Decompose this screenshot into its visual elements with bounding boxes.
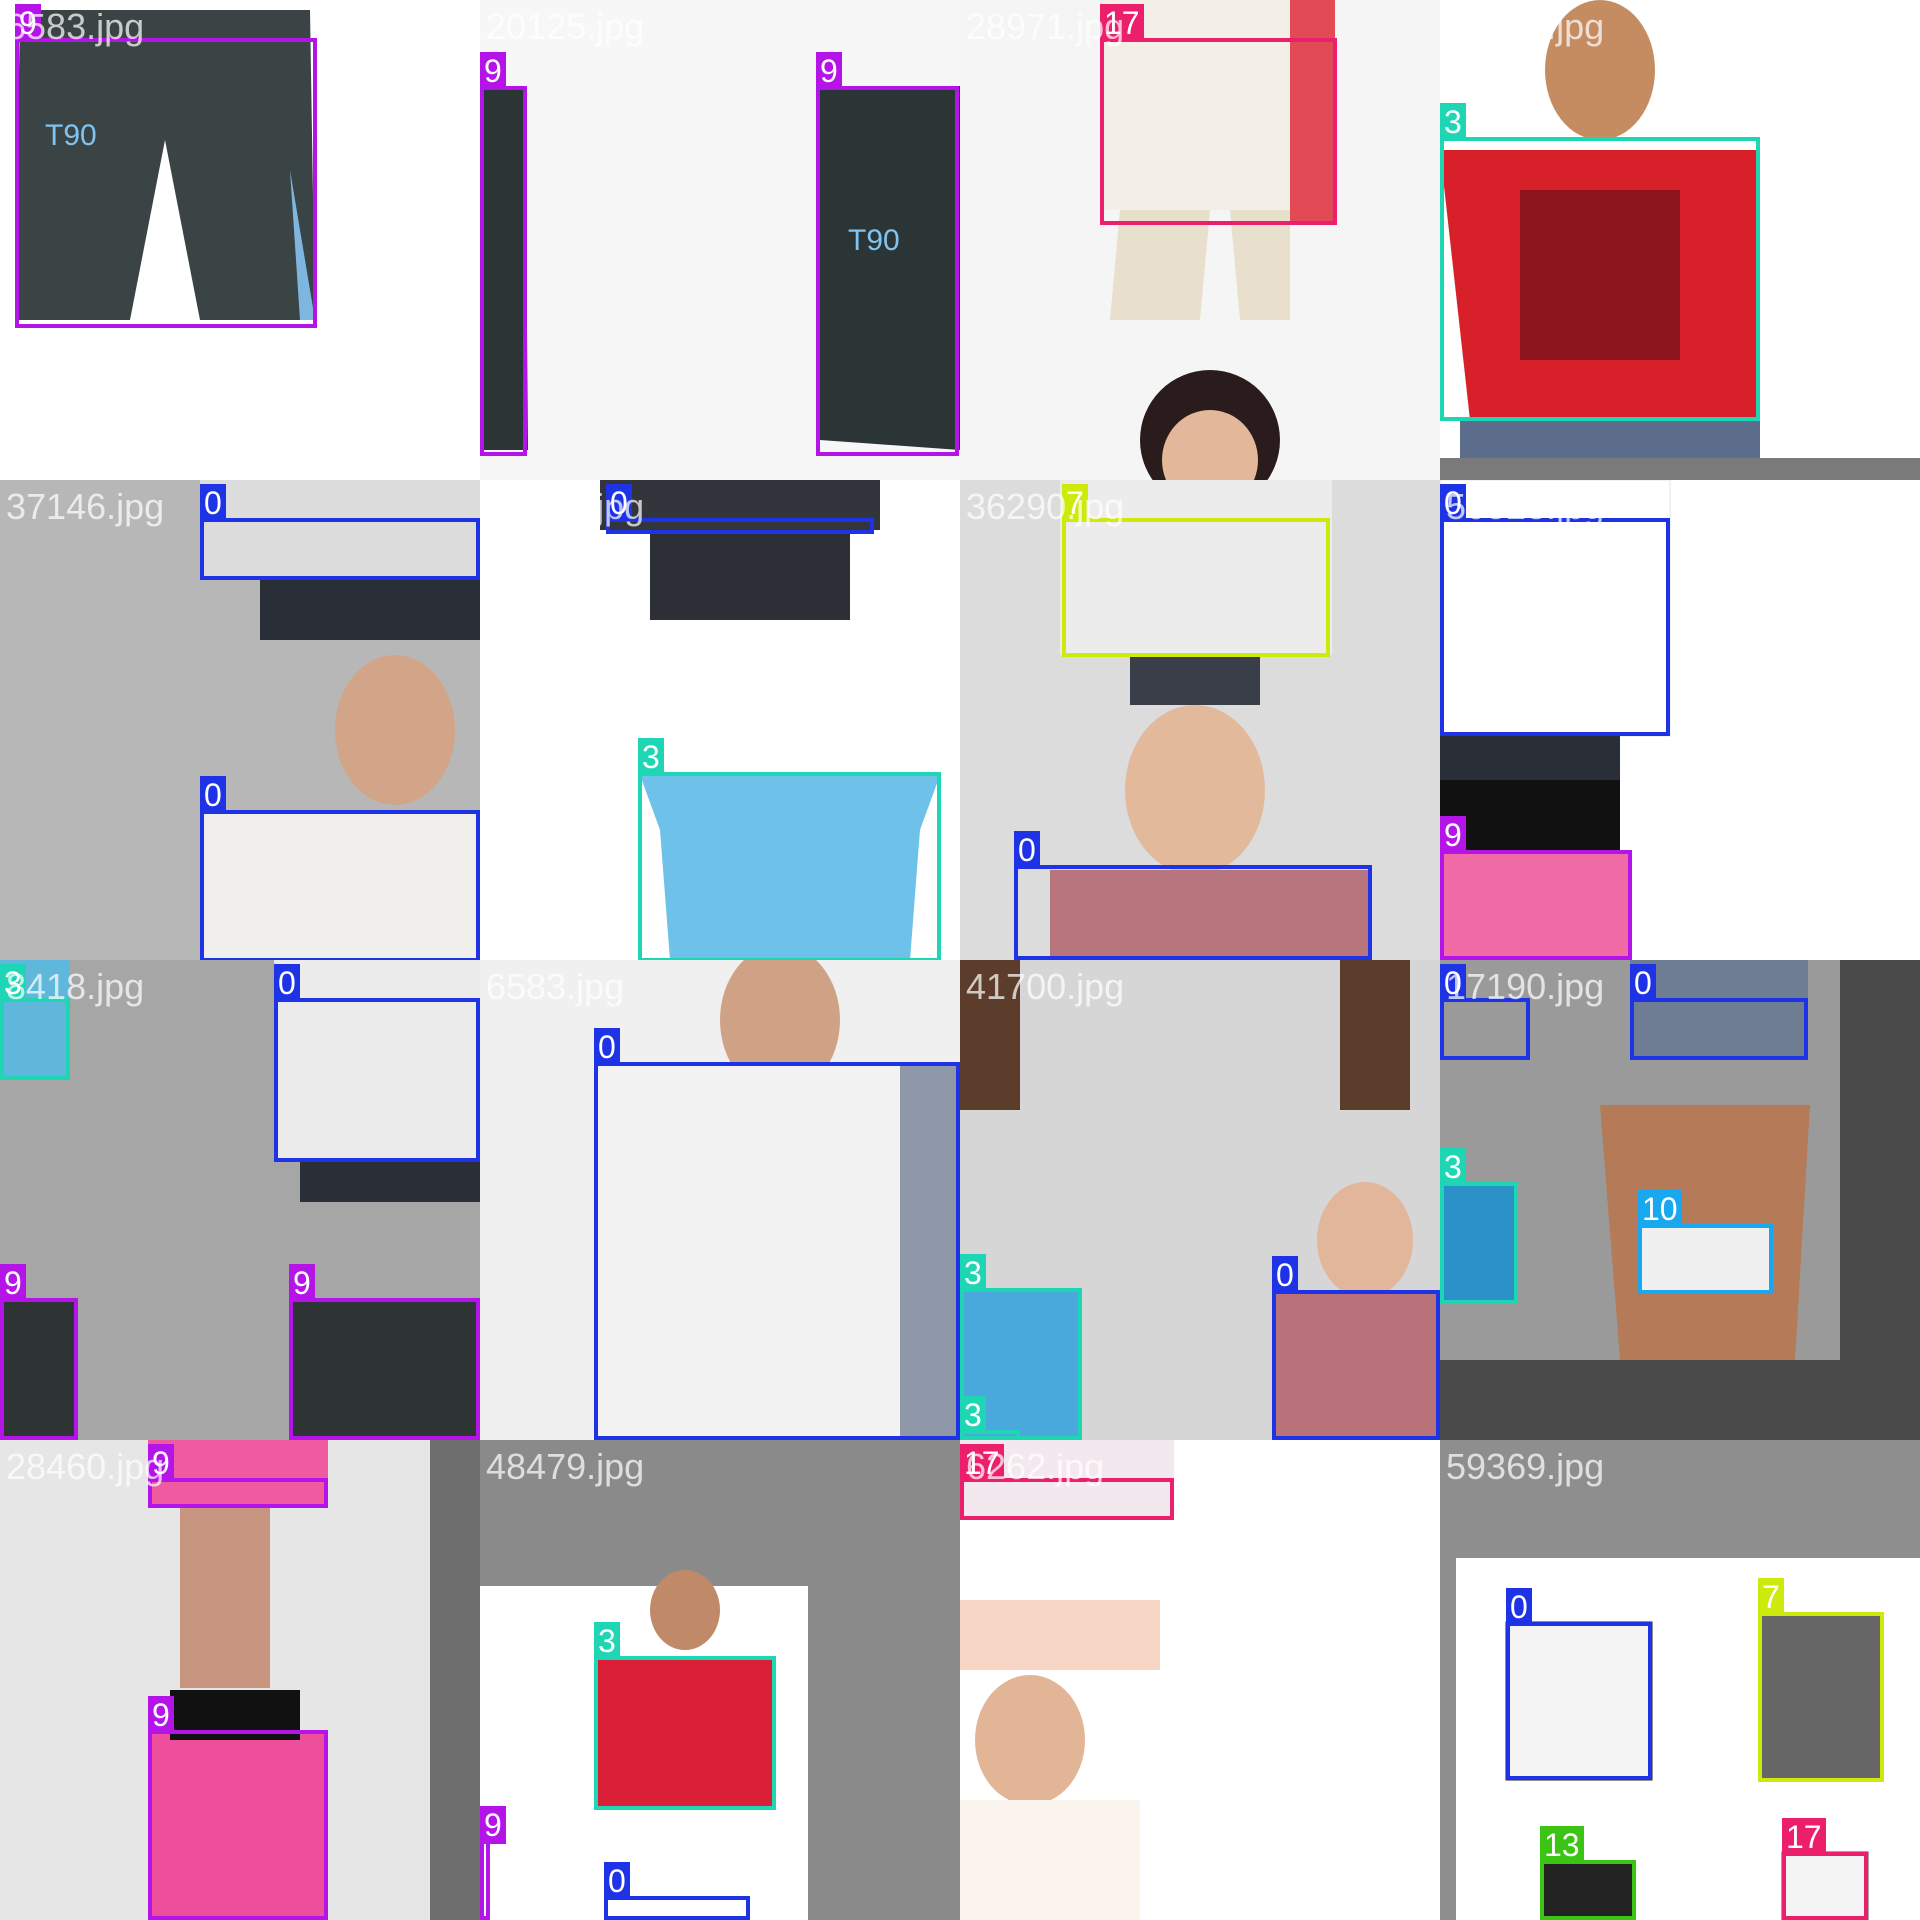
tile-filename: 37146.jpg (6, 486, 165, 527)
detection-box: 0 (1506, 1588, 1652, 1780)
class-label: 10 (1638, 1190, 1682, 1228)
class-label: 9 (480, 1806, 506, 1844)
class-label: 17 (1782, 1818, 1826, 1856)
class-label: 9 (480, 52, 506, 90)
detection-box: 17 (1782, 1818, 1868, 1920)
detection-box: 9 (0, 1264, 78, 1440)
mosaic-tile: 6583.jpg 0 (480, 960, 960, 1440)
class-label: 13 (1540, 1826, 1584, 1864)
class-label: 3 (1440, 103, 1466, 141)
class-label: 9 (1440, 816, 1466, 854)
tile-filename: 50528.jpg (1446, 486, 1605, 527)
class-label: 9 (148, 1696, 174, 1734)
class-label: 0 (200, 776, 226, 814)
detection-box: 3 (960, 1396, 1020, 1440)
detection-box: 3 (638, 738, 941, 960)
detection-box: 0 (1014, 831, 1372, 960)
detection-box: 0 (200, 776, 480, 960)
mosaic-tile: 36290.jpg 7 0 (960, 480, 1440, 960)
mosaic-tile: 41700.jpg 3 0 3 (960, 960, 1440, 1440)
tile-filename: 15976.jpg (486, 486, 645, 527)
detection-box: 9 (289, 1264, 480, 1440)
class-label: 0 (274, 964, 300, 1002)
mosaic-tile: 17190.jpg 0 0 3 10 (1440, 960, 1920, 1440)
class-label: 3 (960, 1396, 986, 1434)
detection-box: 3 (1440, 103, 1760, 421)
class-label: 0 (1014, 831, 1040, 869)
class-label: 0 (604, 1862, 630, 1900)
detection-box: 0 (1630, 964, 1808, 1060)
tile-filename: 48479.jpg (486, 1446, 645, 1487)
class-label: 3 (594, 1622, 620, 1660)
tile-filename: 6583.jpg (486, 966, 625, 1007)
class-label: 0 (200, 484, 226, 522)
class-label: 9 (0, 1264, 26, 1302)
class-label: 3 (1440, 1148, 1466, 1186)
detection-box: 0 (606, 484, 874, 534)
detection-box: 17 (1100, 4, 1337, 225)
detection-box: 3 (0, 964, 70, 1080)
tile-filename: 59369.jpg (1446, 1446, 1605, 1487)
detection-box: 0 (604, 1862, 750, 1920)
class-label: 7 (1758, 1578, 1784, 1616)
tile-filename: 6583.jpg (6, 6, 145, 47)
detection-box: 9 (148, 1696, 328, 1920)
tile-filename: 27501.jpg (1446, 6, 1605, 47)
tile-filename: 6262.jpg (966, 1446, 1105, 1487)
detection-box: 0 (1272, 1256, 1440, 1440)
mosaic-tile: 37146.jpg 0 0 (0, 480, 480, 960)
class-label: 3 (638, 738, 664, 776)
mosaic-tile: 50528.jpg 0 9 (1440, 480, 1920, 960)
mosaic-tile: 27501.jpg 3 (1440, 0, 1920, 480)
detection-box: 10 (1638, 1190, 1773, 1294)
class-label: 0 (594, 1028, 620, 1066)
tile-filename: 28971.jpg (966, 6, 1125, 47)
detection-box: 9 (1440, 816, 1632, 960)
mosaic-tile: 28971.jpg 17 (960, 0, 1440, 480)
detection-box: 9 (480, 52, 527, 456)
mosaic-tile: 6262.jpg 17 (960, 1440, 1440, 1920)
mosaic-tile: T90 20125.jpg 9 9 (480, 0, 960, 480)
tile-filename: 41700.jpg (966, 966, 1125, 1007)
tile-filename: 8418.jpg (6, 966, 145, 1007)
detection-box: 9 (816, 52, 959, 456)
class-label: 0 (1630, 964, 1656, 1002)
detection-box: 9 (480, 1806, 506, 1920)
detection-box: 13 (1540, 1826, 1636, 1920)
detection-box: 0 (594, 1028, 960, 1440)
mosaic-tile: T90 6583.jpg 9 (0, 0, 480, 480)
mosaic-tile: 8418.jpg 3 0 9 9 (0, 960, 480, 1440)
mosaic-grid: T90 6583.jpg 9 T90 20125.jpg 9 9 28971.jpg 17 275… (0, 0, 1920, 1920)
detection-box: 3 (594, 1622, 776, 1810)
class-label: 0 (1272, 1256, 1298, 1294)
class-label: 9 (289, 1264, 315, 1302)
tile-filename: 20125.jpg (486, 6, 645, 47)
class-label: 0 (1506, 1588, 1532, 1626)
tile-filename: 36290.jpg (966, 486, 1125, 527)
detection-box: 0 (274, 964, 480, 1162)
detection-box: 9 (148, 1444, 328, 1508)
mosaic-tile: 28460.jpg 9 9 (0, 1440, 480, 1920)
mosaic-tile: 59369.jpg 0 7 13 17 (1440, 1440, 1920, 1920)
mosaic-tile: 48479.jpg 3 0 9 (480, 1440, 960, 1920)
detection-box: 7 (1758, 1578, 1884, 1782)
detection-box: 3 (1440, 1148, 1518, 1304)
detection-box: 9 (15, 4, 317, 328)
tile-filename: 28460.jpg (6, 1446, 165, 1487)
class-label: 9 (816, 52, 842, 90)
mosaic-tile: 15976.jpg 0 3 (480, 480, 960, 960)
class-label: 3 (960, 1254, 986, 1292)
detection-box: 7 (1062, 484, 1330, 657)
tile-filename: 17190.jpg (1446, 966, 1605, 1007)
detection-box: 0 (200, 484, 480, 580)
detection-box: 0 (1440, 484, 1670, 736)
